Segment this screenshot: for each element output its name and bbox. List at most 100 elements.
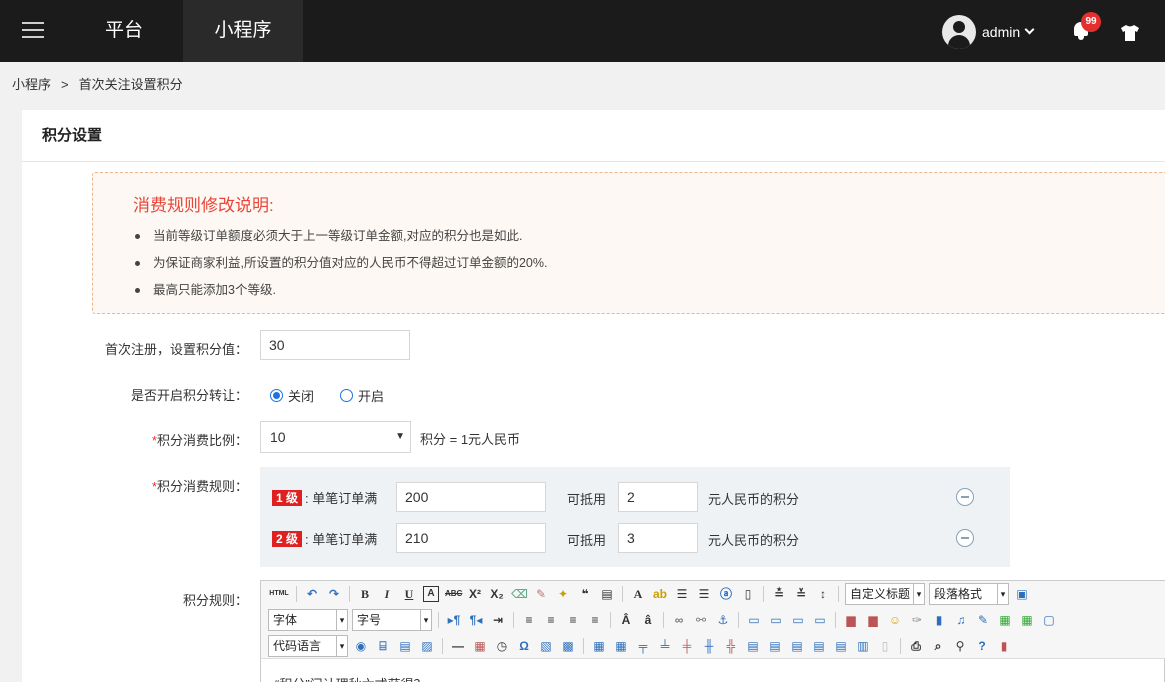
video-icon[interactable]: ▮ [931, 612, 947, 628]
paste-icon[interactable]: ▤ [599, 586, 615, 602]
font-color-icon[interactable]: A [630, 586, 646, 602]
split-rows-icon[interactable]: ▤ [833, 638, 849, 654]
custom-title-select[interactable]: 自定义标题 [845, 583, 925, 605]
background-icon[interactable]: ▨ [419, 638, 435, 654]
redo-icon[interactable]: ↷ [326, 586, 342, 602]
insert-col-icon[interactable]: ╫ [701, 638, 717, 654]
undo-icon[interactable]: ↶ [304, 586, 320, 602]
indent-icon[interactable]: ⇥ [490, 612, 506, 628]
search-icon[interactable]: ⚲ [952, 638, 968, 654]
superscript-icon[interactable]: X² [467, 586, 483, 602]
special-chars-icon[interactable]: Ω [516, 638, 532, 654]
merge-down-icon[interactable]: ▤ [789, 638, 805, 654]
quote-icon[interactable]: ❝ [577, 586, 593, 602]
align-center-icon[interactable]: ≡ [543, 612, 559, 628]
font-size-select[interactable]: 字号 [352, 609, 432, 631]
transfer-off-radio[interactable]: 关闭 [270, 386, 314, 405]
strikethrough-icon[interactable]: ABC [445, 586, 462, 602]
image-right-icon[interactable]: ▭ [790, 612, 806, 628]
frame-icon[interactable]: ▢ [1041, 612, 1057, 628]
rule-1-points-input[interactable]: 2 [618, 482, 698, 512]
unlink-icon[interactable]: ⚯ [693, 612, 709, 628]
transfer-on-radio[interactable]: 开启 [340, 386, 384, 405]
bold-icon[interactable]: B [357, 586, 373, 602]
row-spacing-bottom-icon[interactable]: ≚ [793, 586, 809, 602]
lowercase-icon[interactable]: â [640, 612, 656, 628]
split-cols-icon[interactable]: ▥ [855, 638, 871, 654]
image-icon[interactable]: ▆ [843, 612, 859, 628]
ratio-select[interactable]: 10 ▼ [260, 421, 411, 453]
map-icon[interactable]: ▦ [997, 612, 1013, 628]
multi-image-icon[interactable]: ▆ [865, 612, 881, 628]
preview-icon[interactable]: ⌕ [930, 638, 946, 654]
html-source-button[interactable]: HTML [269, 586, 289, 602]
split-cells-icon[interactable]: ▤ [811, 638, 827, 654]
rule-1-amount-input[interactable]: 200 [396, 482, 546, 512]
page-break-icon[interactable]: ◉ [353, 638, 369, 654]
nav-platform[interactable]: 平台 [82, 0, 166, 62]
code-icon[interactable]: ⌸ [375, 638, 391, 654]
image-none-icon[interactable]: ▭ [746, 612, 762, 628]
brush-icon[interactable]: ✎ [533, 586, 549, 602]
delete-row-icon[interactable]: ╪ [679, 638, 695, 654]
gmap-icon[interactable]: ▦ [1019, 612, 1035, 628]
align-justify-icon[interactable]: ≡ [587, 612, 603, 628]
register-points-input[interactable]: 30 [260, 330, 410, 360]
eraser-icon[interactable]: ⌫ [511, 586, 528, 602]
music-icon[interactable]: ♫ [953, 612, 969, 628]
link-icon[interactable]: ∞ [671, 612, 687, 628]
code-language-select[interactable]: 代码语言 [268, 634, 348, 657]
align-right-icon[interactable]: ≡ [565, 612, 581, 628]
ordered-list-icon[interactable]: ☰ [674, 586, 690, 602]
border-icon[interactable]: A [423, 586, 439, 602]
merge-right-icon[interactable]: ▤ [767, 638, 783, 654]
align-left-icon[interactable]: ≡ [521, 612, 537, 628]
unordered-list-icon[interactable]: ☰ [696, 586, 712, 602]
shirt-icon[interactable] [1120, 24, 1140, 42]
date-icon[interactable]: ▦ [472, 638, 488, 654]
editor-content[interactable]: “积分”门计理秋六式获得？ [275, 674, 427, 682]
emotion-icon[interactable]: ☺ [887, 612, 903, 628]
image-center-icon[interactable]: ▭ [812, 612, 828, 628]
help-icon[interactable]: ? [974, 638, 990, 654]
rich-text-editor[interactable]: HTML ↶ ↷ B I U A ABC X² X₂ ⌫ ✎ ✦ ❝ ▤ A a… [260, 580, 1165, 682]
highlight-icon[interactable]: ab [652, 586, 668, 602]
remove-rule-icon[interactable] [956, 488, 974, 506]
format-icon[interactable]: ✦ [555, 586, 571, 602]
insert-paragraph-icon[interactable]: ╤ [635, 638, 651, 654]
remove-rule-icon[interactable] [956, 529, 974, 547]
chart-icon[interactable]: ▯ [877, 638, 893, 654]
delete-table-icon[interactable]: ▦ [613, 638, 629, 654]
scrawl-icon[interactable]: ✑ [909, 612, 925, 628]
print-icon[interactable]: ⎙ [908, 638, 924, 654]
uppercase-icon[interactable]: Â [618, 612, 634, 628]
breadcrumb-root[interactable]: 小程序 [12, 77, 51, 92]
italic-icon[interactable]: I [379, 586, 395, 602]
clear-doc-icon[interactable]: ▯ [740, 586, 756, 602]
rule-2-points-input[interactable]: 3 [618, 523, 698, 553]
font-family-select[interactable]: 字体 [268, 609, 348, 631]
line-height-icon[interactable]: ↕ [815, 586, 831, 602]
search-replace-icon[interactable]: ▧ [538, 638, 554, 654]
delete-col-icon[interactable]: ╬ [723, 638, 739, 654]
attachment-icon[interactable]: ✎ [975, 612, 991, 628]
image-left-icon[interactable]: ▭ [768, 612, 784, 628]
paragraph-select[interactable]: 段落格式 [929, 583, 1009, 605]
select-all-icon[interactable]: ⓐ [718, 586, 734, 602]
nav-miniprogram[interactable]: 小程序 [183, 0, 303, 62]
word-image-icon[interactable]: ▩ [560, 638, 576, 654]
anchor-icon[interactable]: ⚓ [715, 612, 731, 628]
ltr-icon[interactable]: ▸¶ [446, 612, 462, 628]
time-icon[interactable]: ◷ [494, 638, 510, 654]
menu-icon[interactable] [22, 22, 44, 40]
insert-row-icon[interactable]: ╧ [657, 638, 673, 654]
template-icon[interactable]: ▤ [397, 638, 413, 654]
user-menu[interactable]: admin [942, 15, 1035, 49]
rule-2-amount-input[interactable]: 210 [396, 523, 546, 553]
underline-icon[interactable]: U [401, 586, 417, 602]
draft-icon[interactable]: ▮ [996, 638, 1012, 654]
rtl-icon[interactable]: ¶◂ [468, 612, 484, 628]
row-spacing-top-icon[interactable]: ≛ [771, 586, 787, 602]
merge-cells-icon[interactable]: ▤ [745, 638, 761, 654]
fullscreen-icon[interactable]: ▣ [1014, 586, 1030, 602]
